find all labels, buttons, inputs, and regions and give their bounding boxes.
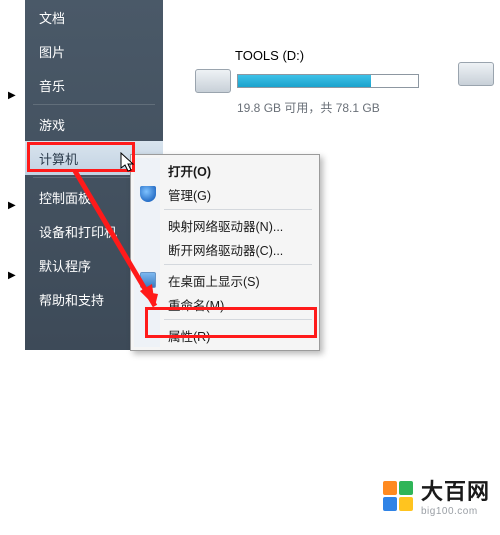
ctx-properties[interactable]: 属性(R) — [134, 323, 316, 347]
ctx-open[interactable]: 打开(O) — [134, 158, 316, 182]
sidebar-item-pictures[interactable]: 图片 — [25, 34, 163, 68]
logo-subtext: big100.com — [421, 506, 490, 517]
submenu-arrow-icon: ▶ — [8, 90, 16, 101]
ctx-manage[interactable]: 管理(G) — [134, 182, 316, 206]
watermark-logo: 大百网 big100.com — [383, 474, 490, 517]
hard-drive-icon — [458, 62, 494, 86]
drive-title: TOOLS (D:) — [235, 48, 495, 63]
logo-squares-icon — [383, 481, 413, 511]
drive-panel: TOOLS (D:) 19.8 GB 可用，共 78.1 GB — [195, 48, 495, 116]
context-menu: 打开(O) 管理(G) 映射网络驱动器(N)... 断开网络驱动器(C)... … — [130, 154, 320, 351]
sidebar-item-games[interactable]: 游戏 — [25, 107, 163, 141]
sidebar-item-music[interactable]: 音乐 — [25, 68, 163, 102]
drive-capacity-fill — [238, 75, 371, 87]
submenu-arrow-icon: ▶ — [8, 200, 16, 211]
submenu-arrow-icon: ▶ — [8, 270, 16, 281]
ctx-show-on-desktop[interactable]: 在桌面上显示(S) — [134, 268, 316, 292]
drive-subtitle: 19.8 GB 可用，共 78.1 GB — [237, 99, 495, 116]
ctx-disconnect-drive[interactable]: 断开网络驱动器(C)... — [134, 237, 316, 261]
ctx-map-network-drive[interactable]: 映射网络驱动器(N)... — [134, 213, 316, 237]
hard-drive-icon — [195, 69, 231, 93]
ctx-rename[interactable]: 重命名(M) — [134, 292, 316, 316]
drive-capacity-bar — [237, 74, 419, 88]
shield-icon — [140, 186, 156, 202]
monitor-icon — [140, 272, 156, 288]
logo-text: 大百网 — [421, 474, 490, 506]
sidebar-item-documents[interactable]: 文档 — [25, 0, 163, 34]
